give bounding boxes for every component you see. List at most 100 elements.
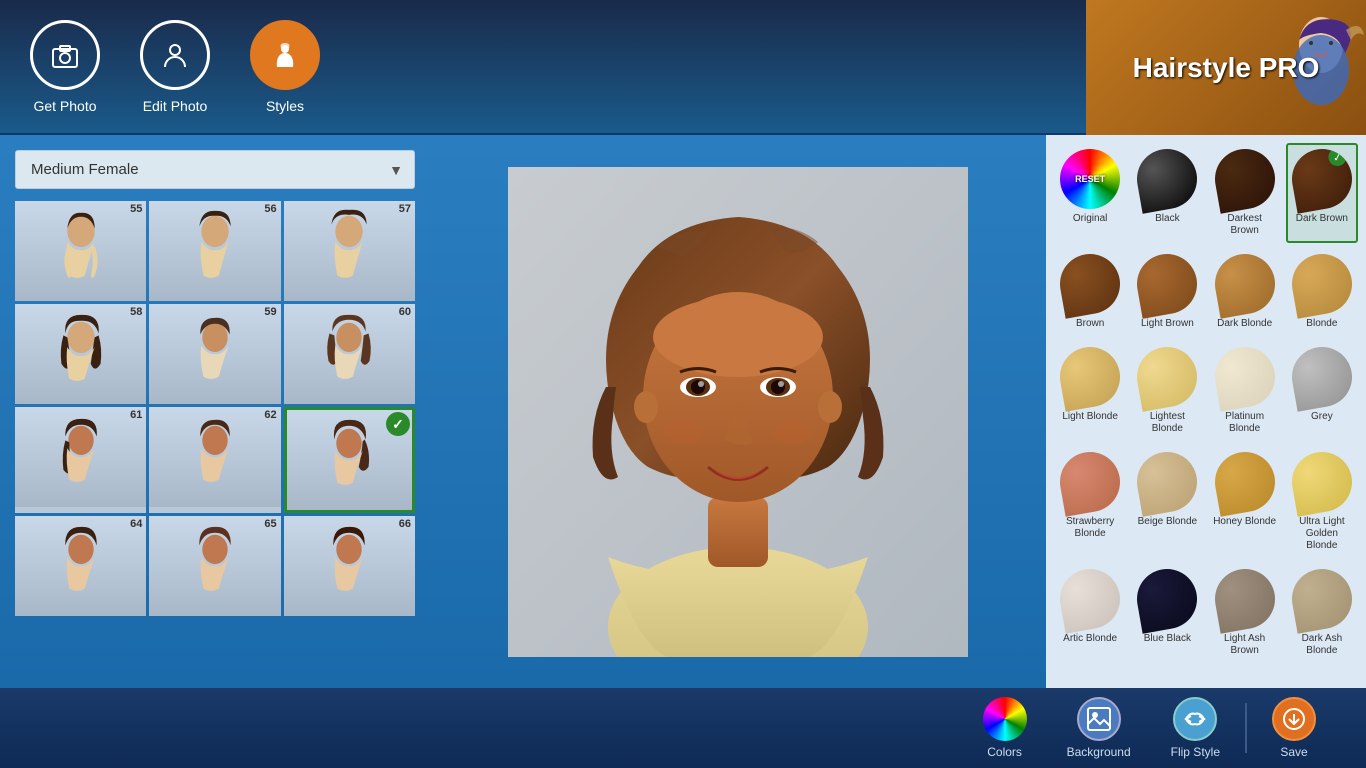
bottom-flip-style[interactable]: Flip Style xyxy=(1151,697,1240,759)
style-thumb-58 xyxy=(15,304,146,404)
darkest-brown-swatch xyxy=(1210,144,1280,214)
style-item-56[interactable]: 56 xyxy=(149,201,280,301)
color-dark-brown[interactable]: ✓ Dark Brown xyxy=(1286,143,1358,243)
color-blue-black[interactable]: Blue Black xyxy=(1131,563,1203,663)
honey-blonde-swatch xyxy=(1210,447,1280,517)
style-item-61[interactable]: 61 xyxy=(15,407,146,513)
blue-black-swatch xyxy=(1133,564,1203,634)
color-label-lightest-blonde: Lightest Blonde xyxy=(1135,411,1199,435)
color-darkest-brown[interactable]: Darkest Brown xyxy=(1209,143,1281,243)
style-thumb-66 xyxy=(284,516,415,616)
color-strawberry-blonde[interactable]: Strawberry Blonde xyxy=(1054,446,1126,558)
bottom-save[interactable]: Save xyxy=(1252,697,1336,759)
style-thumb-65 xyxy=(149,516,280,616)
color-black[interactable]: Black xyxy=(1131,143,1203,243)
color-dark-blonde[interactable]: Dark Blonde xyxy=(1209,248,1281,336)
colors-panel: RESET Original Black Darkest Brown ✓ Dar… xyxy=(1046,135,1366,688)
color-label-beige-blonde: Beige Blonde xyxy=(1138,516,1198,528)
color-dark-ash-blonde[interactable]: Dark Ash Blonde xyxy=(1286,563,1358,663)
nav-get-photo-label: Get Photo xyxy=(33,98,96,114)
nav-styles[interactable]: Styles xyxy=(250,20,320,114)
style-num-56: 56 xyxy=(264,203,276,215)
color-label-artic-blonde: Artic Blonde xyxy=(1063,633,1117,645)
bottom-background[interactable]: Background xyxy=(1047,697,1151,759)
main-content: Medium Female Short Female Long Female S… xyxy=(0,135,1366,688)
style-thumb-61 xyxy=(15,407,146,507)
style-thumb-60 xyxy=(284,304,415,404)
color-ultra-light-golden-blonde[interactable]: Ultra Light Golden Blonde xyxy=(1286,446,1358,558)
color-honey-blonde[interactable]: Honey Blonde xyxy=(1209,446,1281,558)
color-grey[interactable]: Grey xyxy=(1286,341,1358,441)
light-ash-brown-swatch xyxy=(1210,564,1280,634)
logo-text: Hairstyle PRO xyxy=(1133,52,1320,84)
color-label-platinum-blonde: Platinum Blonde xyxy=(1213,411,1277,435)
color-label-dark-blonde: Dark Blonde xyxy=(1217,318,1272,330)
color-light-blonde[interactable]: Light Blonde xyxy=(1054,341,1126,441)
blonde-swatch xyxy=(1287,249,1357,319)
style-item-62[interactable]: 62 xyxy=(149,407,280,513)
header-nav: Get Photo Edit Photo Styles xyxy=(30,20,320,114)
style-thumb-62 xyxy=(149,407,280,507)
style-num-58: 58 xyxy=(130,306,142,318)
photo-area xyxy=(430,135,1046,688)
background-bottom-label: Background xyxy=(1067,745,1131,759)
color-label-original: Original xyxy=(1073,213,1107,225)
nav-edit-photo[interactable]: Edit Photo xyxy=(140,20,210,114)
style-thumb-57 xyxy=(284,201,415,301)
bottom-divider xyxy=(1245,703,1247,753)
lightest-blonde-swatch xyxy=(1133,342,1203,412)
color-platinum-blonde[interactable]: Platinum Blonde xyxy=(1209,341,1281,441)
color-label-grey: Grey xyxy=(1311,411,1333,423)
style-item-55[interactable]: 55 xyxy=(15,201,146,301)
color-light-brown[interactable]: Light Brown xyxy=(1131,248,1203,336)
photo-container xyxy=(508,167,968,657)
style-thumb-56 xyxy=(149,201,280,301)
style-item-65[interactable]: 65 xyxy=(149,516,280,616)
styles-dropdown-wrapper: Medium Female Short Female Long Female S… xyxy=(15,150,415,189)
person-icon xyxy=(140,20,210,90)
style-item-63[interactable]: ✓ xyxy=(284,407,415,513)
strawberry-blonde-swatch xyxy=(1055,447,1125,517)
grey-swatch xyxy=(1287,342,1357,412)
bottom-colors[interactable]: Colors xyxy=(963,697,1047,759)
styles-dropdown[interactable]: Medium Female Short Female Long Female S… xyxy=(15,150,415,189)
color-blonde[interactable]: Blonde xyxy=(1286,248,1358,336)
style-item-66[interactable]: 66 xyxy=(284,516,415,616)
reset-swatch: RESET xyxy=(1060,149,1120,209)
black-swatch xyxy=(1133,144,1203,214)
style-num-61: 61 xyxy=(130,409,142,421)
beige-blonde-swatch xyxy=(1133,447,1203,517)
color-label-honey-blonde: Honey Blonde xyxy=(1213,516,1276,528)
color-light-ash-brown[interactable]: Light Ash Brown xyxy=(1209,563,1281,663)
style-num-65: 65 xyxy=(264,518,276,530)
dark-ash-blonde-swatch xyxy=(1287,564,1357,634)
dark-brown-swatch: ✓ xyxy=(1287,144,1357,214)
light-brown-swatch xyxy=(1133,249,1203,319)
style-item-60[interactable]: 60 xyxy=(284,304,415,404)
style-item-64[interactable]: 64 xyxy=(15,516,146,616)
selected-check-icon: ✓ xyxy=(386,412,410,436)
colors-bottom-icon xyxy=(983,697,1027,741)
color-beige-blonde[interactable]: Beige Blonde xyxy=(1131,446,1203,558)
color-artic-blonde[interactable]: Artic Blonde xyxy=(1054,563,1126,663)
style-num-62: 62 xyxy=(264,409,276,421)
nav-edit-photo-label: Edit Photo xyxy=(143,98,208,114)
color-lightest-blonde[interactable]: Lightest Blonde xyxy=(1131,341,1203,441)
style-item-59[interactable]: 59 xyxy=(149,304,280,404)
style-num-64: 64 xyxy=(130,518,142,530)
color-original[interactable]: RESET Original xyxy=(1054,143,1126,243)
color-label-blonde: Blonde xyxy=(1306,318,1337,330)
styles-icon xyxy=(250,20,320,90)
save-bottom-icon xyxy=(1272,697,1316,741)
nav-styles-label: Styles xyxy=(266,98,304,114)
style-item-58[interactable]: 58 xyxy=(15,304,146,404)
styles-grid: 55 56 xyxy=(15,201,415,616)
styles-dropdown-container: Medium Female Short Female Long Female S… xyxy=(15,150,415,189)
color-label-darkest-brown: Darkest Brown xyxy=(1213,213,1277,237)
logo-area: Hairstyle PRO xyxy=(1086,0,1366,135)
nav-get-photo[interactable]: Get Photo xyxy=(30,20,100,114)
style-item-57[interactable]: 57 xyxy=(284,201,415,301)
photo-placeholder xyxy=(508,167,968,657)
color-label-light-ash-brown: Light Ash Brown xyxy=(1213,633,1277,657)
color-brown[interactable]: Brown xyxy=(1054,248,1126,336)
